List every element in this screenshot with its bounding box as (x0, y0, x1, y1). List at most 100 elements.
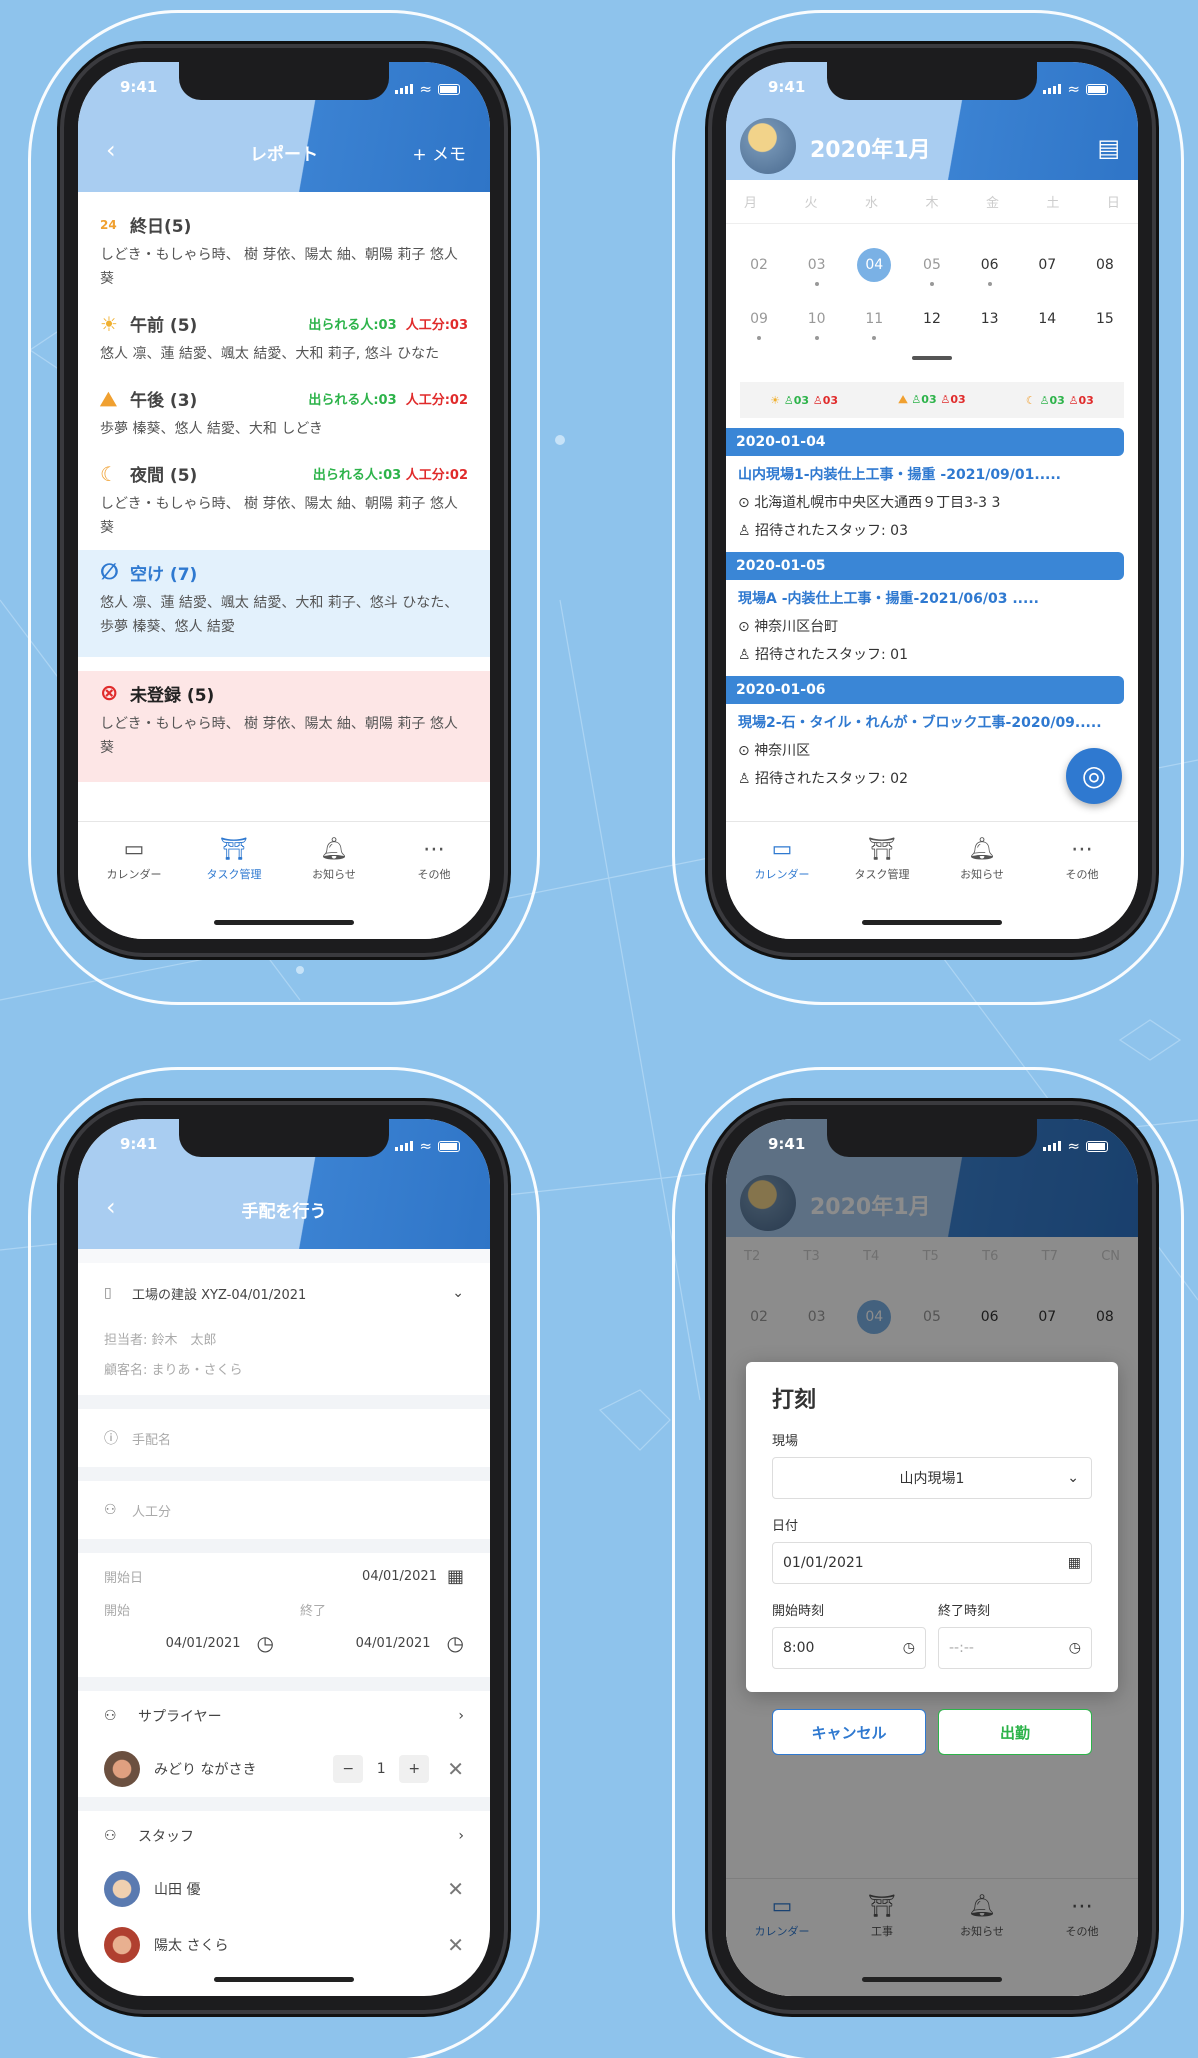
barrier-icon: ⛩ (220, 837, 248, 862)
close-icon[interactable]: ✕ (447, 1757, 464, 1781)
staff-row[interactable]: ⚇ スタッフ › (78, 1811, 490, 1861)
clock-icon: ◷ (1068, 1640, 1081, 1656)
add-memo-button[interactable]: + メモ (412, 140, 466, 165)
empty-section[interactable]: ∅ 空け (7) 悠人 凛、蓮 結愛、颯太 結愛、大和 莉子、悠斗 ひなた、歩夢 … (78, 550, 490, 657)
tab-news-label: お知らせ (960, 868, 1004, 881)
job-title: 現場2-石・タイル・れんが・ブロック工事-2020/09..... (738, 715, 1102, 731)
status-time: 9:41 (120, 78, 158, 96)
staff-person-row: 山田 優 ✕ (78, 1861, 490, 1917)
barrier-icon: ⛩ (868, 837, 896, 862)
staff-icon: ♙ (738, 771, 751, 787)
staff-label: スタッフ (138, 1829, 194, 1845)
minus-button[interactable]: − (333, 1755, 364, 1783)
date-cell[interactable]: 15 (1088, 302, 1122, 336)
date-cell[interactable]: 08 (1088, 248, 1122, 282)
tab-calendar[interactable]: ▭ カレンダー (84, 834, 184, 939)
date-cell[interactable]: 13 (973, 302, 1007, 336)
date-cell[interactable]: 06 (973, 248, 1007, 286)
chevron-right-icon: › (458, 1828, 464, 1844)
job-item[interactable]: 2020-01-05 現場A -内装仕上工事・揚重-2021/06/03 ...… (726, 552, 1124, 664)
project-select[interactable]: ▯ 工場の建設 XYZ-04/01/2021 ⌄ (78, 1263, 490, 1323)
weekday: 木 (925, 196, 939, 211)
start-value: 04/01/2021 (165, 1635, 241, 1651)
people-icon: ⚇ (104, 1708, 117, 1724)
job-item[interactable]: 2020-01-04 山内現場1-内装仕上工事・揚重 -2021/09/01..… (726, 428, 1124, 540)
workers-field[interactable]: ⚇ 人工分 (78, 1481, 490, 1539)
pm-available: 出られる人:03 (308, 393, 397, 408)
plus-button[interactable]: + (399, 1755, 430, 1783)
client-text: 顧客名: まりあ・さくら (104, 1362, 243, 1378)
phone-clockin: 9:41 ≈ 2020年1月 T2 T3 T4 T5 T6 T7 CN 02 03 04 05 06… (712, 1105, 1152, 2010)
pm-section[interactable]: ⛰ 午後 (3) 出られる人:03 人工分:02 歩夢 榛葵、悠人 結愛、大和 しど… (78, 376, 490, 451)
end-label: 終了時刻 (938, 1604, 991, 1619)
person-icon: ♙ (783, 393, 794, 407)
date-cell[interactable]: 02 (742, 248, 776, 282)
cancel-button[interactable]: キャンセル (772, 1709, 926, 1755)
shift-summary: ☀ ♙03 ♙03 ⛰ ♙03 ♙03 ☾ ♙03 ♙03 (740, 382, 1124, 418)
end-time-field[interactable]: --:-- ◷ (938, 1627, 1092, 1669)
close-icon[interactable]: ✕ (447, 1933, 464, 1957)
site-select[interactable]: 山内現場1 ⌄ (772, 1457, 1092, 1499)
date-field[interactable]: 01/01/2021 ▦ (772, 1542, 1092, 1584)
clockin-screen: 9:41 ≈ 2020年1月 T2 T3 T4 T5 T6 T7 CN 02 03 04 05 06… (726, 1119, 1138, 1996)
add-report-icon[interactable]: ▤ (1097, 134, 1120, 162)
staff-icon: ♙ (738, 523, 751, 539)
date-label: 日付 (772, 1519, 799, 1534)
bell-icon: 🔔︎ (320, 837, 348, 862)
date-cell[interactable]: 03 (800, 248, 834, 286)
tab-other[interactable]: ⋯ その他 (384, 834, 484, 939)
end-value: --:-- (949, 1640, 974, 1656)
start-time-field[interactable]: 8:00 ◷ (772, 1627, 926, 1669)
start-time-field[interactable]: 04/01/2021 ◷ (104, 1631, 294, 1655)
date-cell[interactable]: 05 (915, 248, 949, 286)
supplier-row[interactable]: ⚇ サプライヤー › (78, 1691, 490, 1741)
allday-section[interactable]: 24 終日(5) しどき・もしゃら時、 樹 芽依、陽太 紬、朝陽 莉子 悠人 葵 (78, 192, 490, 301)
avatar[interactable] (740, 118, 796, 174)
am-section[interactable]: ☀ 午前 (5) 出られる人:03 人工分:03 悠人 凛、蓮 結愛、颯太 結愛、大… (78, 301, 490, 376)
job-item[interactable]: 2020-01-06 現場2-石・タイル・れんが・ブロック工事-2020/09.… (726, 676, 1124, 788)
tab-calendar-label: カレンダー (754, 868, 810, 881)
home-indicator (214, 1977, 354, 1982)
end-time-field[interactable]: 04/01/2021 ◷ (294, 1631, 464, 1655)
date-cell[interactable]: 14 (1030, 302, 1064, 336)
tab-calendar[interactable]: ▭ カレンダー (732, 834, 832, 939)
signal-icons: ≈ (395, 1137, 460, 1155)
clock-in-button[interactable]: 出勤 (938, 1709, 1092, 1755)
unregistered-icon: ⊗ (100, 681, 119, 706)
avatar (104, 1871, 140, 1907)
unregistered-section[interactable]: ⊗ 未登録 (5) しどき・もしゃら時、 樹 芽依、陽太 紬、朝陽 莉子 悠人 葵 (78, 671, 490, 782)
fingerprint-fab[interactable]: ◎ (1066, 748, 1122, 804)
status-time: 9:41 (768, 1135, 806, 1153)
end-value: 04/01/2021 (355, 1635, 431, 1651)
date-cell[interactable]: 07 (1030, 248, 1064, 282)
location-icon: ⊙ (738, 619, 750, 635)
person-icon: ♙ (911, 393, 922, 406)
date-cell-selected[interactable]: 04 (857, 248, 892, 282)
date-cell[interactable]: 10 (800, 302, 834, 340)
close-icon[interactable]: ✕ (447, 1877, 464, 1901)
night-section[interactable]: ☾ 夜間 (5) 出られる人:03 人工分:02 しどき・もしゃら時、 樹 芽依、陽… (78, 451, 490, 550)
date-cell[interactable]: 11 (857, 302, 891, 340)
drag-handle[interactable] (912, 356, 952, 360)
tab-task-label: タスク管理 (206, 868, 262, 881)
pm-work: 人工分:02 (405, 393, 468, 408)
notch (179, 1119, 389, 1157)
night-work: 人工分:02 (405, 468, 468, 483)
staff-person-name: 山田 優 (154, 1882, 201, 1898)
tab-task-label: タスク管理 (854, 868, 910, 881)
pm-names: 歩夢 榛葵、悠人 結愛、大和 しどき (100, 421, 323, 437)
date-cell[interactable]: 09 (742, 302, 776, 340)
people-icon: ⚇ (104, 1502, 117, 1518)
job-list: 2020-01-04 山内現場1-内装仕上工事・揚重 -2021/09/01..… (726, 428, 1138, 788)
month-title[interactable]: 2020年1月 (810, 132, 931, 164)
start-label: 開始時刻 (772, 1604, 825, 1619)
tab-other[interactable]: ⋯ その他 (1032, 834, 1132, 939)
weekday: 土 (1046, 196, 1060, 211)
sun-icon: ☀ (100, 311, 118, 336)
date-cell[interactable]: 12 (915, 302, 949, 336)
quantity-value[interactable]: 1 (363, 1761, 399, 1777)
start-day-field[interactable]: 開始日 04/01/2021 ▦ (78, 1553, 490, 1599)
avatar (104, 1927, 140, 1963)
arrange-name-field[interactable]: ⓘ 手配名 (78, 1409, 490, 1467)
home-indicator (214, 920, 354, 925)
